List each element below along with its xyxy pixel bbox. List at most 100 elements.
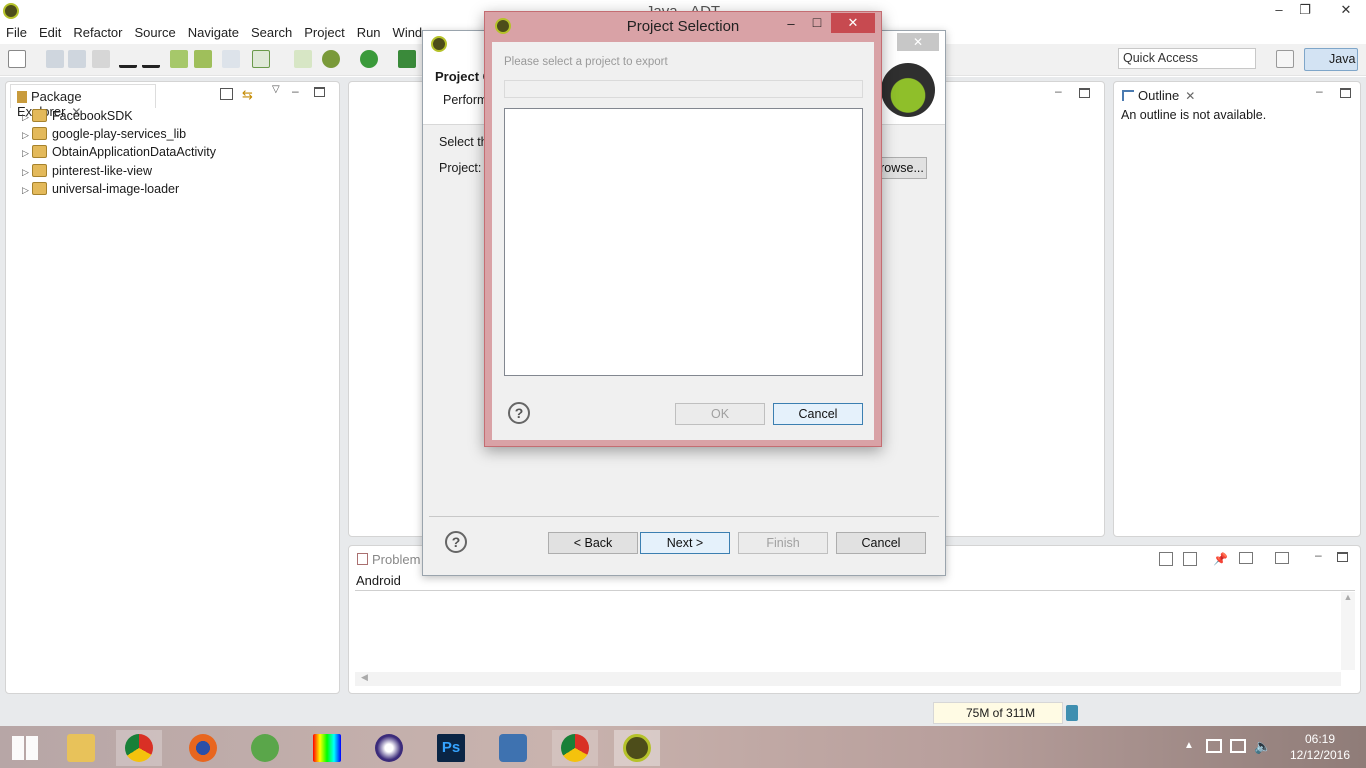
start-button[interactable] (2, 730, 48, 766)
clock-date[interactable]: 12/12/2016 (1284, 748, 1356, 762)
outline-view: Outline ✕ – An outline is not available. (1113, 81, 1361, 537)
export-icon[interactable] (119, 50, 137, 68)
avd-manager-icon[interactable] (194, 50, 212, 68)
window-close-button[interactable]: ✕ (1326, 0, 1366, 22)
problems-tab[interactable]: Problem (353, 550, 424, 569)
expand-arrow-icon[interactable]: ▷ (22, 148, 32, 159)
eclipse-taskbar-icon[interactable] (366, 730, 412, 766)
battery-icon[interactable] (1206, 739, 1222, 753)
minimize-view-icon[interactable]: – (1315, 548, 1322, 562)
expand-arrow-icon[interactable]: ▷ (22, 185, 32, 196)
new-android-project-icon[interactable] (294, 50, 312, 68)
minimize-view-icon[interactable]: – (292, 84, 299, 98)
save-icon[interactable] (46, 50, 64, 68)
maximize-view-icon[interactable] (1337, 552, 1348, 562)
package-explorer-tab[interactable]: Package Explorer✕ (10, 84, 156, 119)
expand-arrow-icon[interactable]: ▷ (22, 112, 32, 123)
next-button[interactable]: Next > (640, 532, 730, 554)
list-item[interactable]: ▷ universal-image-loader (22, 182, 179, 200)
dialog-maximize-button[interactable]: □ (805, 14, 829, 30)
browse-button[interactable]: rowse... (877, 157, 927, 179)
collapse-all-icon[interactable] (220, 88, 233, 100)
new-icon[interactable] (8, 50, 26, 68)
print-icon[interactable] (92, 50, 110, 68)
open-console-icon[interactable] (1275, 552, 1289, 564)
display-console-icon[interactable] (1239, 552, 1253, 564)
window-maximize-button[interactable]: ❐ (1288, 0, 1322, 22)
menu-file[interactable]: File (0, 22, 33, 40)
minimize-view-icon[interactable]: – (1316, 84, 1323, 98)
debug-icon[interactable] (322, 50, 340, 68)
film-app-taskbar-icon[interactable] (304, 730, 350, 766)
gc-trash-icon[interactable] (1066, 705, 1078, 721)
expand-arrow-icon[interactable]: ▷ (22, 130, 32, 141)
check-icon[interactable] (252, 50, 270, 68)
clear-console-icon[interactable] (1159, 552, 1173, 566)
menu-search[interactable]: Search (245, 22, 298, 40)
external-tools-icon[interactable] (398, 50, 416, 68)
project-folder-icon (32, 127, 47, 140)
outline-tab[interactable]: Outline ✕ (1118, 84, 1210, 108)
finish-button[interactable]: Finish (738, 532, 828, 554)
import-icon[interactable] (142, 50, 160, 68)
expand-arrow-icon[interactable]: ▷ (22, 167, 32, 178)
pin-console-icon[interactable]: 📌 (1213, 552, 1228, 566)
menu-edit[interactable]: Edit (33, 22, 67, 40)
problems-icon (357, 553, 368, 565)
menu-run[interactable]: Run (351, 22, 387, 40)
dialog-minimize-button[interactable]: – (779, 16, 803, 31)
list-item[interactable]: ▷ ObtainApplicationDataActivity (22, 145, 216, 163)
maximize-view-icon[interactable] (1340, 88, 1351, 98)
package-explorer-icon (17, 91, 27, 103)
volume-icon[interactable]: 🔈 (1254, 738, 1271, 755)
menu-project[interactable]: Project (298, 22, 350, 40)
list-item[interactable]: ▷ pinterest-like-view (22, 164, 152, 182)
windows-logo-icon (12, 736, 38, 760)
file-explorer-taskbar-icon[interactable] (58, 730, 104, 766)
menu-navigate[interactable]: Navigate (182, 22, 245, 40)
music-app-taskbar-icon[interactable] (490, 730, 536, 766)
menu-refactor[interactable]: Refactor (67, 22, 128, 40)
dialog-cancel-button[interactable]: Cancel (773, 403, 863, 425)
project-list[interactable] (504, 108, 863, 376)
close-tab-icon[interactable]: ✕ (1185, 89, 1195, 103)
list-item[interactable]: ▷ FacebookSDK (22, 109, 133, 127)
quick-access-input[interactable]: Quick Access (1118, 48, 1256, 69)
ok-button[interactable]: OK (675, 403, 765, 425)
view-menu-icon[interactable]: ▽ (272, 84, 280, 95)
dialog-close-button[interactable]: ✕ (831, 13, 875, 33)
sdk-manager-icon[interactable] (170, 50, 188, 68)
android-studio-taskbar-icon[interactable] (242, 730, 288, 766)
java-perspective-button[interactable]: Java (1304, 48, 1358, 71)
project-label: Project: (439, 161, 482, 175)
photoshop-taskbar-icon[interactable]: Ps (428, 730, 474, 766)
horizontal-scrollbar[interactable]: ◀ (355, 672, 1341, 686)
link-with-editor-icon[interactable]: ⇆ (242, 87, 256, 102)
network-icon[interactable] (1230, 739, 1246, 753)
project-name: universal-image-loader (52, 182, 180, 196)
maximize-view-icon[interactable] (314, 87, 325, 97)
vertical-scrollbar[interactable]: ▲ (1341, 592, 1355, 670)
save-all-icon[interactable] (68, 50, 86, 68)
chrome-taskbar-icon[interactable] (116, 730, 162, 766)
outline-tab-label: Outline (1138, 88, 1180, 103)
minimize-view-icon[interactable]: – (1055, 84, 1062, 98)
maximize-view-icon[interactable] (1079, 88, 1090, 98)
menu-source[interactable]: Source (129, 22, 182, 40)
open-perspective-icon[interactable] (1276, 50, 1294, 68)
list-item[interactable]: ▷ google-play-services_lib (22, 127, 186, 145)
wizard-cancel-button[interactable]: Cancel (836, 532, 926, 554)
help-icon[interactable]: ? (445, 531, 467, 553)
help-icon[interactable]: ? (508, 402, 530, 424)
scroll-lock-icon[interactable] (1183, 552, 1197, 566)
wizard-close-button[interactable]: ✕ (897, 33, 939, 51)
filter-input[interactable] (504, 80, 863, 98)
clock-time[interactable]: 06:19 (1290, 732, 1350, 746)
tray-up-arrow-icon[interactable]: ▲ (1184, 740, 1194, 751)
chrome-user-taskbar-icon[interactable] (552, 730, 598, 766)
run-icon[interactable] (360, 50, 378, 68)
back-button[interactable]: < Back (548, 532, 638, 554)
adt-taskbar-icon[interactable] (614, 730, 660, 766)
firefox-taskbar-icon[interactable] (180, 730, 226, 766)
lint-icon[interactable] (222, 50, 240, 68)
